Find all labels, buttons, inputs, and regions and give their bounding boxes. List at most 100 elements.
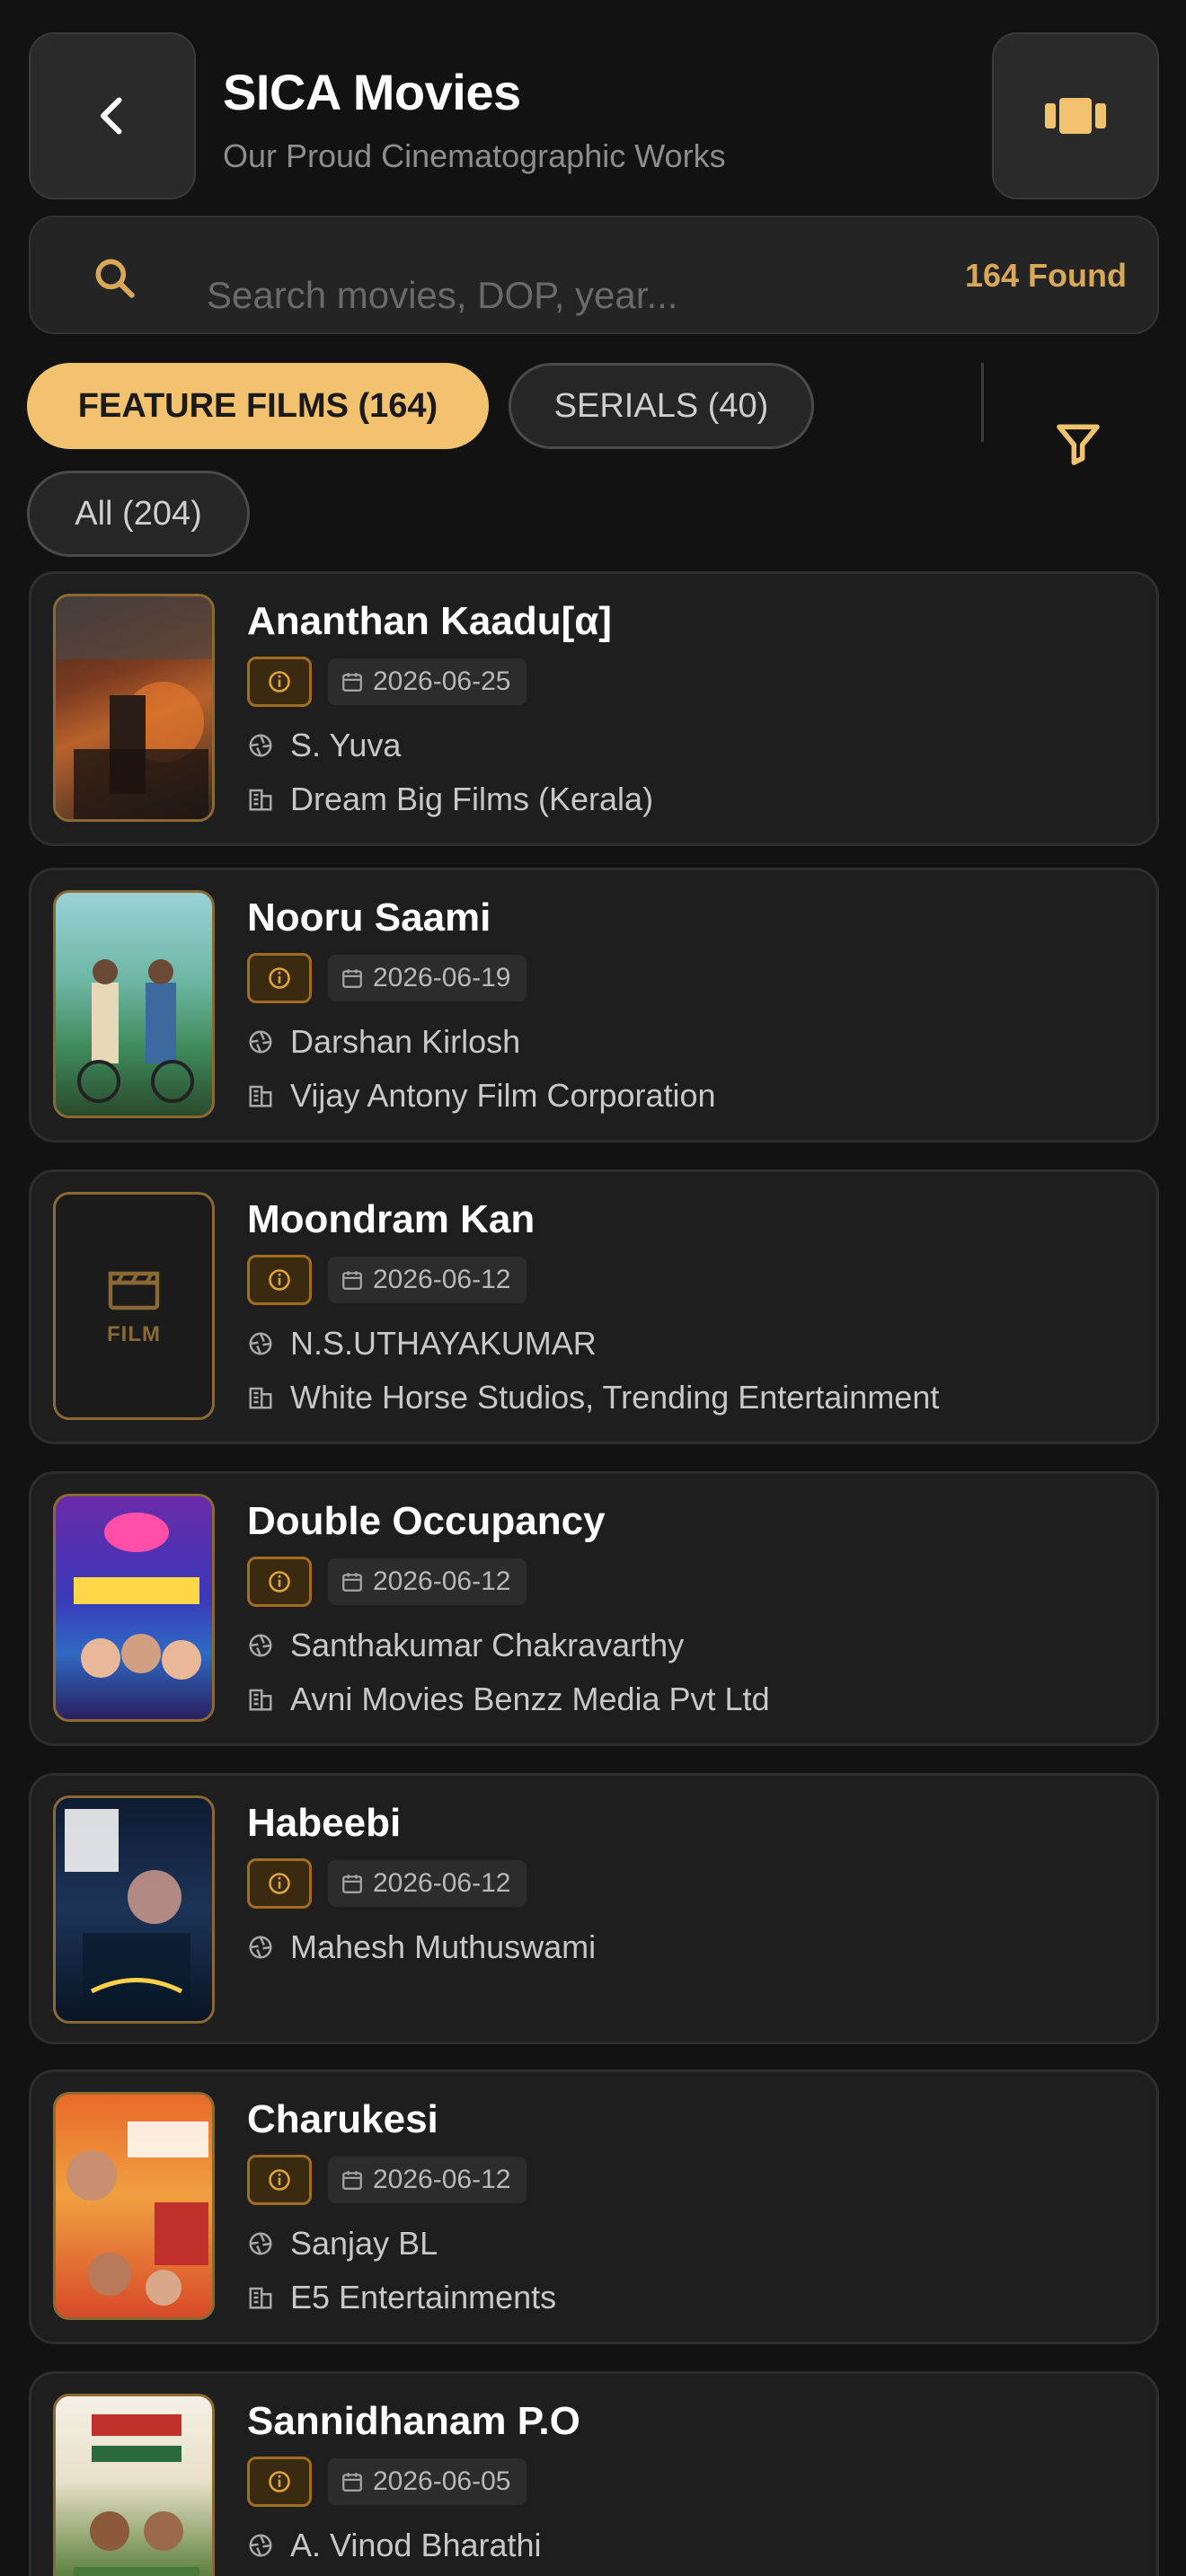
release-date: 2026-06-05 xyxy=(373,2466,511,2496)
production-company: E5 Entertainments xyxy=(290,2279,557,2316)
info-badge[interactable] xyxy=(247,1255,312,1305)
camera-aperture-icon xyxy=(249,1634,272,1657)
movie-title: Moondram Kan xyxy=(247,1197,535,1241)
info-badge[interactable] xyxy=(247,1557,312,1607)
camera-aperture-icon xyxy=(249,2534,272,2557)
movie-title: Nooru Saami xyxy=(247,895,491,940)
title-block: SICA Movies Our Proud Cinematographic Wo… xyxy=(223,63,726,175)
release-date: 2026-06-25 xyxy=(373,666,511,696)
tab-all[interactable]: All (204) xyxy=(27,471,250,557)
camera-aperture-icon xyxy=(249,1936,272,1959)
filter-icon[interactable] xyxy=(1053,419,1103,469)
release-date: 2026-06-19 xyxy=(373,963,511,992)
movie-card[interactable]: Ananthan Kaadu[α] 2026-06-25 S. Yuva Dre… xyxy=(29,571,1159,846)
chevron-left-icon xyxy=(101,97,122,135)
dop-row: Sanjay BL xyxy=(247,2225,438,2263)
calendar-icon xyxy=(342,2171,362,2190)
tab-feature-films[interactable]: FEATURE FILMS (164) xyxy=(27,363,489,449)
info-badge[interactable] xyxy=(247,2457,312,2507)
divider xyxy=(981,363,984,442)
poster-placeholder-label: FILM xyxy=(107,1322,161,1346)
production-row: E5 Entertainments xyxy=(247,2279,556,2316)
camera-aperture-icon xyxy=(249,2232,272,2255)
view-mode-button[interactable] xyxy=(992,32,1159,199)
poster-art xyxy=(56,596,212,819)
camera-aperture-icon xyxy=(249,1332,272,1355)
production-row: White Horse Studios, Trending Entertainm… xyxy=(247,1379,939,1416)
release-date-badge: 2026-06-19 xyxy=(328,955,527,1001)
movie-card[interactable]: Sannidhanam P.O 2026-06-05 A. Vinod Bhar… xyxy=(29,2371,1159,2576)
calendar-icon xyxy=(342,2473,362,2492)
info-icon xyxy=(269,1873,290,1894)
dop-row: N.S.UTHAYAKUMAR xyxy=(247,1325,597,1363)
search-icon xyxy=(95,259,135,298)
page-subtitle: Our Proud Cinematographic Works xyxy=(223,137,726,174)
movie-poster-placeholder: FILM xyxy=(53,1192,215,1420)
movie-poster xyxy=(53,1494,215,1722)
movie-card[interactable]: FILM Moondram Kan 2026-06-12 N.S.UTHAYAK… xyxy=(29,1169,1159,1444)
info-badge[interactable] xyxy=(247,1858,312,1909)
production-company: Avni Movies Benzz Media Pvt Ltd xyxy=(290,1681,770,1717)
production-row: Vijay Antony Film Corporation xyxy=(247,1077,716,1115)
movie-card[interactable]: Double Occupancy 2026-06-12 Santhakumar … xyxy=(29,1471,1159,1746)
dop-name: Santhakumar Chakravarthy xyxy=(290,1627,685,1663)
release-date-badge: 2026-06-12 xyxy=(328,1257,527,1303)
tab-serials[interactable]: SERIALS (40) xyxy=(509,363,814,449)
movie-title: Ananthan Kaadu[α] xyxy=(247,599,612,643)
calendar-icon xyxy=(342,673,362,692)
release-date: 2026-06-12 xyxy=(373,2165,511,2194)
release-date-badge: 2026-06-05 xyxy=(328,2458,527,2505)
release-date: 2026-06-12 xyxy=(373,1566,511,1596)
dop-name: N.S.UTHAYAKUMAR xyxy=(290,1325,597,1362)
movie-title: Charukesi xyxy=(247,2097,438,2141)
info-badge[interactable] xyxy=(247,2155,312,2205)
dop-row: Santhakumar Chakravarthy xyxy=(247,1627,684,1664)
info-badge[interactable] xyxy=(247,953,312,1003)
calendar-icon xyxy=(342,969,362,988)
release-date-badge: 2026-06-12 xyxy=(328,1860,527,1907)
building-icon xyxy=(249,789,272,811)
production-company: Dream Big Films (Kerala) xyxy=(290,781,654,817)
building-icon xyxy=(249,2287,272,2309)
movie-poster xyxy=(53,890,215,1118)
result-count: 164 Found xyxy=(964,257,1127,294)
info-icon xyxy=(269,967,290,989)
header: SICA Movies Our Proud Cinematographic Wo… xyxy=(29,32,1159,199)
clapperboard-icon xyxy=(108,1271,160,1310)
info-icon xyxy=(269,1571,290,1592)
release-date-badge: 2026-06-12 xyxy=(328,2157,527,2203)
building-icon xyxy=(249,1085,272,1107)
production-company: Vijay Antony Film Corporation xyxy=(290,1077,716,1114)
dop-row: S. Yuva xyxy=(247,727,401,764)
movie-poster xyxy=(53,2394,215,2576)
movie-title: Double Occupancy xyxy=(247,1499,606,1543)
back-button[interactable] xyxy=(29,32,196,199)
building-icon xyxy=(249,1387,272,1409)
calendar-icon xyxy=(342,1271,362,1290)
page-title: SICA Movies xyxy=(223,64,521,120)
dop-row: Darshan Kirlosh xyxy=(247,1023,520,1061)
info-icon xyxy=(269,1269,290,1291)
dop-name: Sanjay BL xyxy=(290,2225,438,2262)
poster-art xyxy=(65,1809,190,2005)
calendar-icon xyxy=(342,1573,362,1592)
movie-card[interactable]: Nooru Saami 2026-06-19 Darshan Kirlosh V… xyxy=(29,868,1159,1142)
dop-name: Mahesh Muthuswami xyxy=(290,1928,597,1965)
dop-name: Darshan Kirlosh xyxy=(290,1023,521,1060)
release-date-badge: 2026-06-12 xyxy=(328,1558,527,1605)
info-badge[interactable] xyxy=(247,657,312,707)
building-icon xyxy=(249,1689,272,1711)
movie-card[interactable]: Habeebi 2026-06-12 Mahesh Muthuswami xyxy=(29,1773,1159,2044)
release-date: 2026-06-12 xyxy=(373,1868,511,1898)
poster-art xyxy=(74,1513,201,1680)
camera-aperture-icon xyxy=(249,1030,272,1054)
carousel-icon xyxy=(1045,98,1106,134)
search-bar[interactable]: 164 Found xyxy=(29,216,1159,334)
release-date: 2026-06-12 xyxy=(373,1265,511,1294)
poster-art xyxy=(74,2414,199,2576)
info-icon xyxy=(269,2471,290,2492)
search-input[interactable] xyxy=(207,264,836,327)
production-row: Avni Movies Benzz Media Pvt Ltd xyxy=(247,1681,770,1718)
release-date-badge: 2026-06-25 xyxy=(328,658,527,705)
movie-card[interactable]: Charukesi 2026-06-12 Sanjay BL E5 Entert… xyxy=(29,2069,1159,2344)
